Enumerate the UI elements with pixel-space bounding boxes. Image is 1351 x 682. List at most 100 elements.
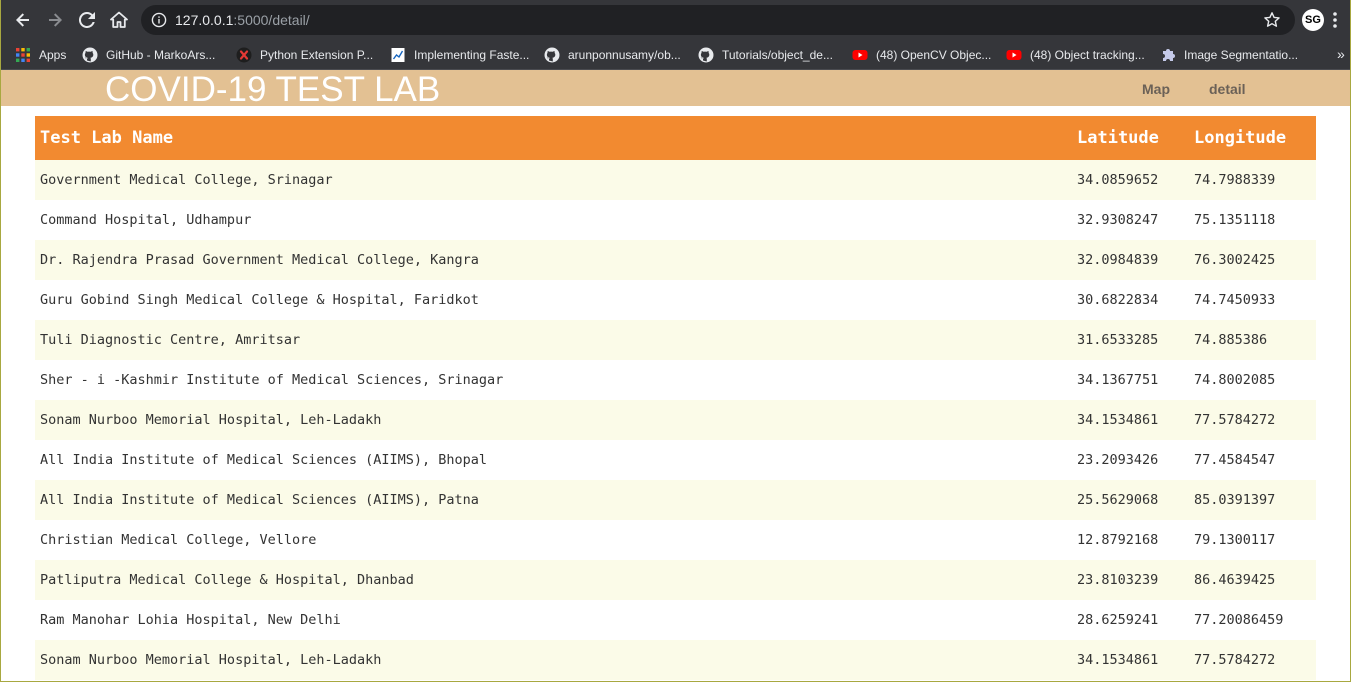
table-row: Christian Medical College, Vellore 12.879… (35, 520, 1316, 560)
lab-name-cell: All India Institute of Medical Sciences … (35, 480, 1072, 520)
site-header: COVID-19 TEST LAB Map detail (1, 70, 1350, 109)
latitude-cell: 32.9308247 (1072, 200, 1189, 240)
bookmark-image-segmentation[interactable]: Image Segmentatio... (1160, 40, 1298, 70)
browser-toolbar: 127.0.0.1:5000/detail/ SG (1, 0, 1350, 40)
column-header-latitude: Latitude (1072, 116, 1189, 160)
latitude-cell: 34.0859652 (1072, 160, 1189, 200)
bookmark-python-extension[interactable]: Python Extension P... (236, 40, 373, 70)
bookmarks-overflow-icon[interactable]: » (1337, 46, 1345, 62)
longitude-cell: 75.1351118 (1189, 200, 1316, 240)
table-row: Ram Manohar Lohia Hospital, New Delhi 28.… (35, 600, 1316, 640)
latitude-cell: 28.6259241 (1072, 600, 1189, 640)
table-row: Sonam Nurboo Memorial Hospital, Leh-Lada… (35, 640, 1316, 680)
longitude-cell: 77.4584547 (1189, 440, 1316, 480)
bookmark-opencv-object[interactable]: (48) OpenCV Objec... (852, 40, 991, 70)
lab-name-cell: Guru Gobind Singh Medical College & Hosp… (35, 280, 1072, 320)
table-row: Guru Gobind Singh Medical College & Hosp… (35, 280, 1316, 320)
table-row: Sonam Nurboo Memorial Hospital, Leh-Lada… (35, 400, 1316, 440)
home-icon (110, 11, 128, 28)
bookmark-github-markoars[interactable]: GitHub - MarkoArs... (82, 40, 215, 70)
github-icon (82, 47, 98, 63)
bookmark-label: (48) Object tracking... (1030, 48, 1145, 62)
github-icon (544, 47, 560, 63)
column-header-lab-name: Test Lab Name (35, 116, 1072, 160)
table-row: Tuli Diagnostic Centre, Amritsar 31.65332… (35, 320, 1316, 360)
labs-table: Test Lab Name Latitude Longitude Governm… (35, 116, 1316, 680)
url-host: 127.0.0.1 (175, 12, 234, 28)
back-arrow-icon (16, 13, 29, 27)
bookmark-label: Image Segmentatio... (1184, 48, 1299, 62)
lab-name-cell: All India Institute of Medical Sciences … (35, 440, 1072, 480)
latitude-cell: 32.0984839 (1072, 240, 1189, 280)
bookmark-label: arunponnusamy/ob... (568, 48, 681, 62)
bookmark-apps[interactable]: Apps (15, 40, 66, 70)
lab-name-cell: Government Medical College, Srinagar (35, 160, 1072, 200)
longitude-cell: 77.20086459 (1189, 600, 1316, 640)
longitude-cell: 74.885386 (1189, 320, 1316, 360)
reload-icon (79, 12, 95, 28)
longitude-cell: 79.1300117 (1189, 520, 1316, 560)
latitude-cell: 12.8792168 (1072, 520, 1189, 560)
latitude-cell: 30.6822834 (1072, 280, 1189, 320)
lab-name-cell: Dr. Rajendra Prasad Government Medical C… (35, 240, 1072, 280)
longitude-cell: 76.3002425 (1189, 240, 1316, 280)
apps-grid-icon (15, 47, 31, 63)
latitude-cell: 34.1534861 (1072, 400, 1189, 440)
longitude-cell: 85.0391397 (1189, 480, 1316, 520)
profile-avatar[interactable]: SG (1302, 9, 1324, 31)
url-text[interactable]: 127.0.0.1:5000/detail/ (175, 12, 310, 28)
github-icon (698, 47, 714, 63)
bookmark-label: Apps (39, 48, 67, 62)
bookmark-star-icon[interactable] (1263, 11, 1281, 29)
latitude-cell: 25.5629068 (1072, 480, 1189, 520)
site-title: COVID-19 TEST LAB (105, 70, 441, 109)
puzzle-icon (1160, 47, 1176, 63)
youtube-icon (1006, 47, 1022, 63)
table-row: All India Institute of Medical Sciences … (35, 440, 1316, 480)
page-content: COVID-19 TEST LAB Map detail Test Lab Na… (1, 70, 1350, 681)
browser-menu-icon[interactable] (1332, 11, 1338, 29)
lab-name-cell: Sher - i -Kashmir Institute of Medical S… (35, 360, 1072, 400)
table-header-row: Test Lab Name Latitude Longitude (35, 116, 1316, 160)
nav-link-map[interactable]: Map (1142, 81, 1170, 97)
browser-window: 127.0.0.1:5000/detail/ SG Apps GitHub - … (0, 0, 1351, 682)
latitude-cell: 31.6533285 (1072, 320, 1189, 360)
lab-name-cell: Command Hospital, Udhampur (35, 200, 1072, 240)
latitude-cell: 23.8103239 (1072, 560, 1189, 600)
table-row: Government Medical College, Srinagar 34.0… (35, 160, 1316, 200)
address-bar[interactable]: 127.0.0.1:5000/detail/ (141, 5, 1295, 35)
lab-name-cell: Tuli Diagnostic Centre, Amritsar (35, 320, 1072, 360)
longitude-cell: 74.7988339 (1189, 160, 1316, 200)
bookmark-label: Implementing Faste... (414, 48, 530, 62)
document-chart-icon (390, 47, 406, 63)
bookmark-implementing-faster[interactable]: Implementing Faste... (390, 40, 529, 70)
bookmark-arunponnusamy[interactable]: arunponnusamy/ob... (544, 40, 681, 70)
latitude-cell: 34.1534861 (1072, 640, 1189, 680)
table-row: Sher - i -Kashmir Institute of Medical S… (35, 360, 1316, 400)
labs-table-container: Test Lab Name Latitude Longitude Governm… (35, 116, 1316, 680)
longitude-cell: 77.5784272 (1189, 400, 1316, 440)
info-icon[interactable] (151, 12, 167, 28)
longitude-cell: 77.5784272 (1189, 640, 1316, 680)
latitude-cell: 23.2093426 (1072, 440, 1189, 480)
bookmark-label: Python Extension P... (260, 48, 374, 62)
bookmark-label: Tutorials/object_de... (722, 48, 833, 62)
lab-name-cell: Sonam Nurboo Memorial Hospital, Leh-Lada… (35, 400, 1072, 440)
bookmark-object-tracking[interactable]: (48) Object tracking... (1006, 40, 1145, 70)
home-button[interactable] (105, 6, 133, 34)
table-row: Patliputra Medical College & Hospital, D… (35, 560, 1316, 600)
reload-button[interactable] (73, 6, 101, 34)
nav-link-detail[interactable]: detail (1209, 81, 1246, 97)
forward-button[interactable] (41, 6, 69, 34)
longitude-cell: 86.4639425 (1189, 560, 1316, 600)
youtube-icon (852, 47, 868, 63)
column-header-longitude: Longitude (1189, 116, 1316, 160)
bookmark-tutorials[interactable]: Tutorials/object_de... (698, 40, 833, 70)
lab-name-cell: Patliputra Medical College & Hospital, D… (35, 560, 1072, 600)
table-row: All India Institute of Medical Sciences … (35, 480, 1316, 520)
lab-name-cell: Ram Manohar Lohia Hospital, New Delhi (35, 600, 1072, 640)
back-button[interactable] (9, 6, 37, 34)
lab-name-cell: Sonam Nurboo Memorial Hospital, Leh-Lada… (35, 640, 1072, 680)
bookmark-label: (48) OpenCV Objec... (876, 48, 992, 62)
python-extension-icon (236, 47, 252, 63)
